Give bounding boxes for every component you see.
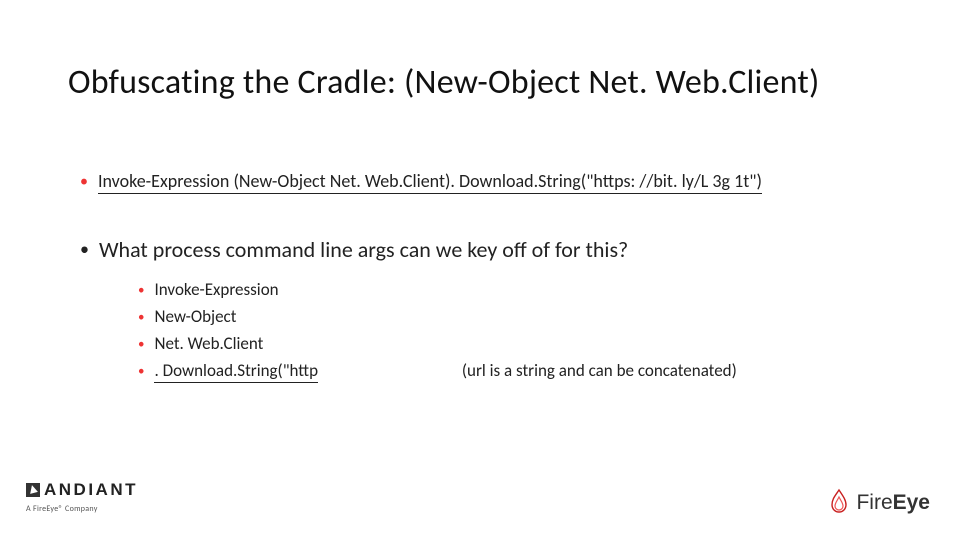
mandiant-logo: ANDIANT bbox=[26, 480, 138, 500]
bullet-icon: • bbox=[138, 364, 144, 379]
sub-bullet-item: • Invoke-Expression bbox=[138, 277, 900, 304]
sub-bullet-text: Net. Web.Client bbox=[154, 333, 263, 354]
mandiant-logo-block: ANDIANT A FireEye® Company bbox=[26, 480, 138, 514]
sub-bullet-item: • Net. Web.Client bbox=[138, 331, 900, 358]
fireeye-logo-block: FireEye bbox=[826, 488, 930, 518]
mandiant-subtext: A FireEye® Company bbox=[26, 504, 138, 514]
bullet-icon: • bbox=[138, 310, 144, 325]
bullet-code-line: • Invoke-Expression (New-Object Net. Web.… bbox=[80, 170, 900, 192]
sub-bullet-text: New-Object bbox=[154, 306, 236, 327]
note-text: (url is a string and can be concatenated… bbox=[462, 358, 737, 384]
footer: ANDIANT A FireEye® Company FireEye bbox=[0, 470, 960, 540]
sub-bullet-text: Invoke-Expression bbox=[154, 279, 278, 300]
bullet-icon: • bbox=[80, 238, 89, 260]
flame-icon bbox=[826, 488, 852, 518]
bullet-icon: • bbox=[80, 172, 88, 191]
slide-body: • Invoke-Expression (New-Object Net. Web.… bbox=[80, 170, 900, 385]
bullet-icon: • bbox=[138, 337, 144, 352]
code-line-text: Invoke-Expression (New-Object Net. Web.C… bbox=[98, 170, 762, 194]
sub-bullets: • Invoke-Expression • New-Object • Net. Web… bbox=[138, 277, 900, 385]
fireeye-eye: Eye bbox=[893, 491, 930, 514]
question-text: What process command line args can we ke… bbox=[99, 236, 628, 263]
sub-bullet-text: . Download.String("http bbox=[154, 360, 318, 383]
fireeye-text: FireEye bbox=[856, 491, 930, 515]
mandiant-mark-icon bbox=[26, 483, 40, 497]
sub-bullet-item: • . Download.String("http (url is a strin… bbox=[138, 358, 900, 385]
bullet-icon: • bbox=[138, 283, 144, 298]
slide: Obfuscating the Cradle: (New-Object Net.… bbox=[0, 0, 960, 540]
bullet-question: • What process command line args can we k… bbox=[80, 236, 900, 263]
slide-title: Obfuscating the Cradle: (New-Object Net.… bbox=[68, 62, 820, 103]
fireeye-fire: Fire bbox=[856, 491, 892, 514]
sub-bullet-item: • New-Object bbox=[138, 304, 900, 331]
mandiant-text: ANDIANT bbox=[44, 480, 138, 500]
